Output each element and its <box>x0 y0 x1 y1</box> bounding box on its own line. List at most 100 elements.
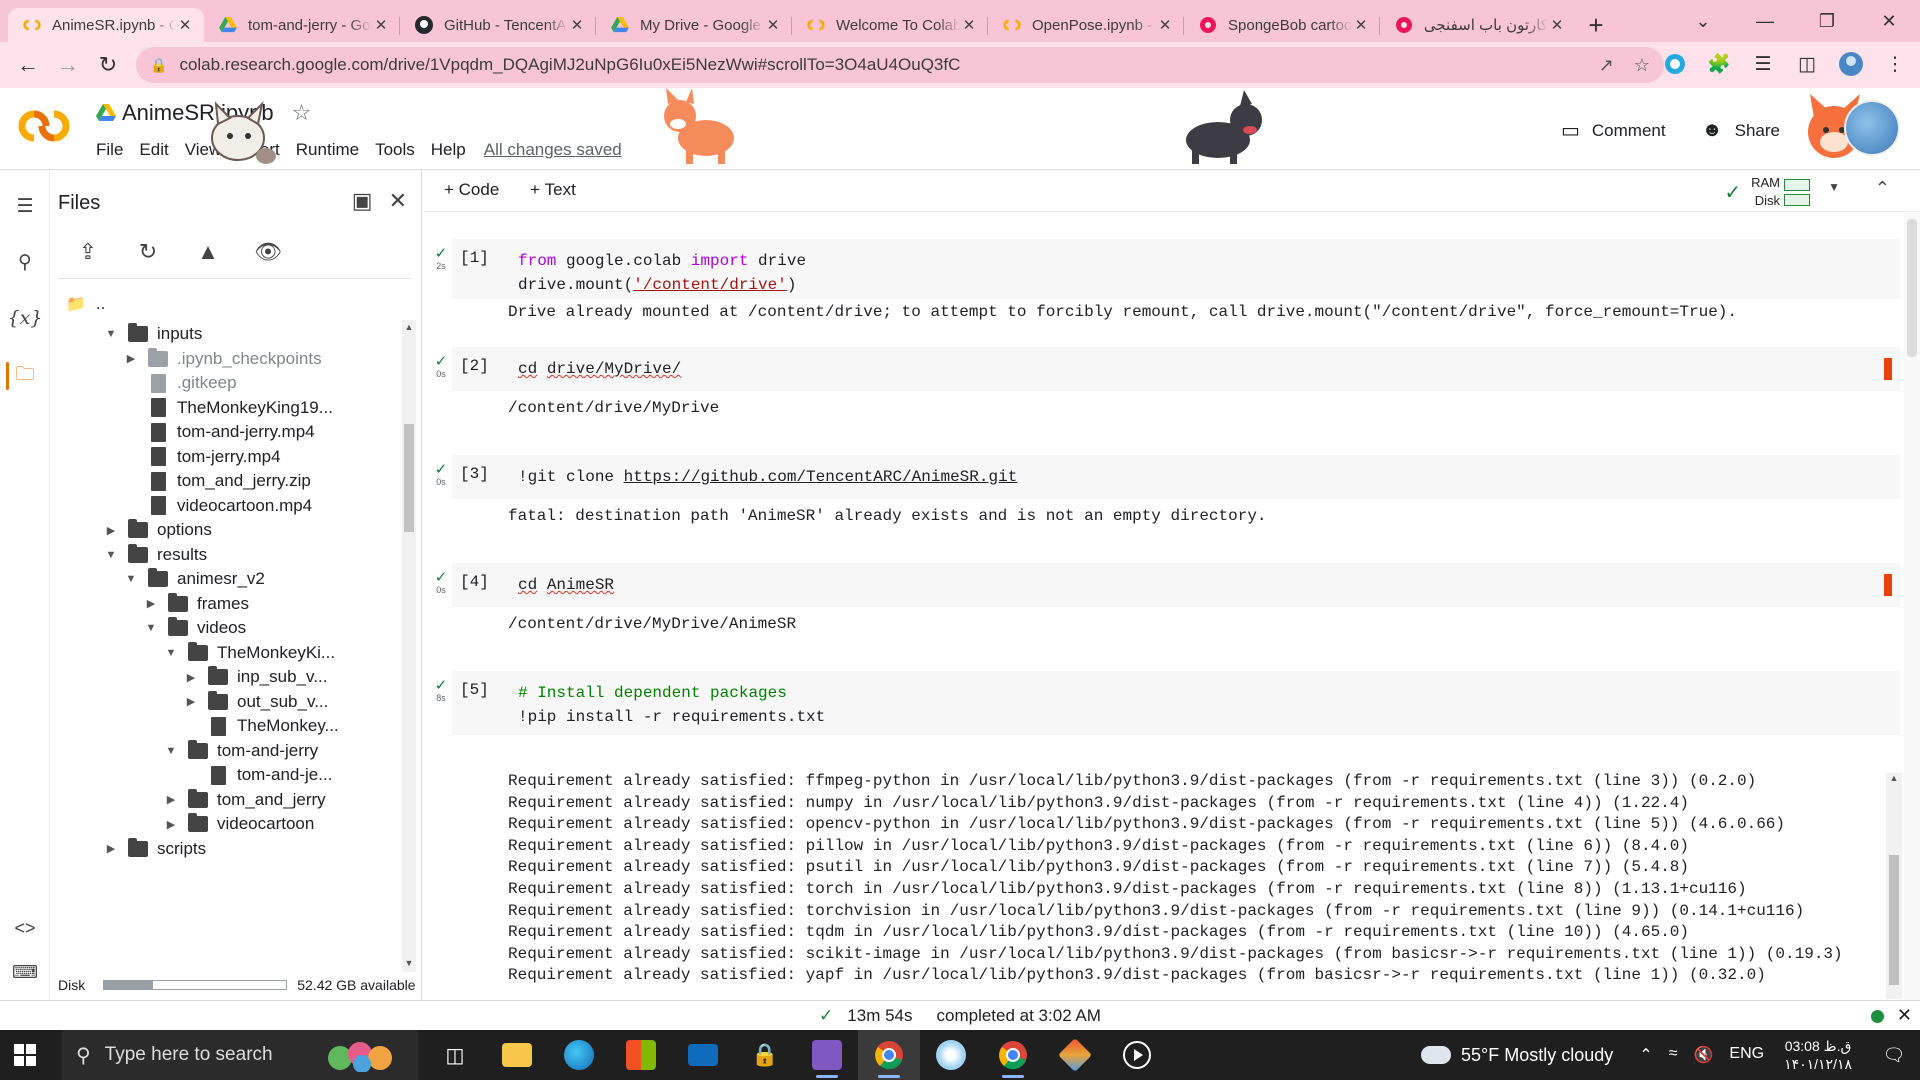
chrome-icon[interactable] <box>858 1030 920 1080</box>
new-tab-button[interactable]: + <box>1576 8 1616 42</box>
minimize-button[interactable]: — <box>1734 0 1796 42</box>
chevron-right-icon[interactable]: ▶ <box>102 842 120 855</box>
close-tab-icon[interactable]: ✕ <box>1352 16 1370 34</box>
browser-tab[interactable]: OpenPose.ipynb - Colaboratory✕ <box>988 8 1184 42</box>
browser-tab[interactable]: GitHub - TencentARC/AnimeSR✕ <box>400 8 596 42</box>
media-control-icon[interactable]: ☰ <box>1748 49 1778 79</box>
side-panel-icon[interactable]: ◫ <box>1792 49 1822 79</box>
upload-file-icon[interactable]: ⇪ <box>74 238 102 266</box>
close-tab-icon[interactable]: ✕ <box>1156 16 1174 34</box>
paint-icon[interactable] <box>920 1030 982 1080</box>
collapse-header-icon[interactable]: ⌃ <box>1875 178 1890 199</box>
url-text[interactable]: colab.research.google.com/drive/1Vpqdm_D… <box>179 55 1598 75</box>
chevron-right-icon[interactable]: ▶ <box>102 524 120 537</box>
mail-icon[interactable] <box>672 1030 734 1080</box>
add-code-cell-button[interactable]: + Code <box>444 180 499 200</box>
close-tab-icon[interactable]: ✕ <box>764 16 782 34</box>
chevron-down-icon[interactable]: ▼ <box>142 622 160 634</box>
variables-icon[interactable]: {x} <box>0 296 50 340</box>
chevron-right-icon[interactable]: ▶ <box>182 695 200 708</box>
chevron-right-icon[interactable]: ▶ <box>162 818 180 831</box>
close-tab-icon[interactable]: ✕ <box>176 16 194 34</box>
menu-edit[interactable]: Edit <box>131 140 176 160</box>
run-status[interactable]: ✓ 0s <box>430 570 452 595</box>
media-player-icon[interactable] <box>1106 1030 1168 1080</box>
run-status[interactable]: ✓ 8s <box>430 678 452 703</box>
chevron-down-icon[interactable]: ▼ <box>102 328 120 340</box>
output-scrollbar[interactable]: ▲ <box>1886 773 1902 999</box>
close-tab-icon[interactable]: ✕ <box>372 16 390 34</box>
wifi-icon[interactable]: ≈ <box>1669 1045 1678 1065</box>
tree-folder-row[interactable]: ▶ scripts <box>102 835 206 863</box>
share-page-icon[interactable]: ↗ <box>1599 55 1614 76</box>
show-hidden-icons-icon[interactable]: ⌃ <box>1639 1045 1652 1065</box>
find-replace-icon[interactable]: ⚲ <box>0 240 50 284</box>
visual-studio-icon[interactable] <box>796 1030 858 1080</box>
parent-directory-row[interactable]: 📁 .. <box>66 290 105 318</box>
code-editor[interactable]: from google.colab import drive drive.mou… <box>452 239 1900 299</box>
run-status[interactable]: ✓ 0s <box>430 462 452 487</box>
code-snippets-icon[interactable]: <> <box>0 918 50 939</box>
chevron-down-icon[interactable]: ▼ <box>102 549 120 561</box>
extensions-puzzle-icon[interactable]: 🧩 <box>1704 49 1734 79</box>
chevron-right-icon[interactable]: ▶ <box>182 671 200 684</box>
taskbar-search[interactable]: ⚲ Type here to search <box>62 1030 418 1080</box>
site-info-icon[interactable]: 🔒 <box>150 57 167 74</box>
browser-tab[interactable]: My Drive - Google Drive✕ <box>596 8 792 42</box>
browser-tab[interactable]: کارتون باب اسفنجی ✕ <box>1380 8 1576 42</box>
show-hidden-eye-icon[interactable]: 👁 <box>254 238 282 266</box>
notifications-icon[interactable]: 🗨 <box>1874 1045 1914 1066</box>
chevron-down-icon[interactable]: ▼ <box>162 745 180 757</box>
extension-icon[interactable] <box>1660 49 1690 79</box>
maximize-button[interactable]: ❐ <box>1796 0 1858 42</box>
menu-file[interactable]: File <box>88 140 131 160</box>
browser-tab[interactable]: AnimeSR.ipynb - Colaboratory✕ <box>8 8 204 42</box>
chevron-right-icon[interactable]: ▶ <box>122 352 140 365</box>
chevron-down-icon[interactable]: ▼ <box>162 647 180 659</box>
browser-tab[interactable]: SpongeBob cartoon ✕ <box>1184 8 1380 42</box>
microsoft-store-icon[interactable] <box>610 1030 672 1080</box>
lock-app-icon[interactable]: 🔒 <box>734 1030 796 1080</box>
reload-button[interactable]: ↻ <box>90 47 126 83</box>
chrome-icon[interactable] <box>982 1030 1044 1080</box>
browser-menu-icon[interactable]: ⋮ <box>1880 49 1910 79</box>
code-editor[interactable]: cd AnimeSR <box>452 563 1900 607</box>
chevron-right-icon[interactable]: ▶ <box>142 597 160 610</box>
code-editor[interactable]: # Install dependent packages !pip instal… <box>452 671 1900 735</box>
connection-status-dot[interactable] <box>1871 1010 1884 1023</box>
tab-search-button[interactable]: ⌄ <box>1672 0 1734 42</box>
close-tab-icon[interactable]: ✕ <box>1548 16 1566 34</box>
colab-logo[interactable] <box>16 108 72 144</box>
menu-tools[interactable]: Tools <box>367 140 423 160</box>
add-text-cell-button[interactable]: + Text <box>530 180 576 200</box>
chevron-right-icon[interactable]: ▶ <box>162 793 180 806</box>
code-editor[interactable]: cd drive/MyDrive/ <box>452 347 1900 391</box>
google-drive-icon[interactable] <box>96 104 116 122</box>
close-panel-icon[interactable]: ✕ <box>389 188 407 214</box>
open-in-tab-icon[interactable]: ▣ <box>352 188 373 214</box>
menu-help[interactable]: Help <box>423 140 474 160</box>
browser-tab[interactable]: Welcome To Colaboratory✕ <box>792 8 988 42</box>
close-status-icon[interactable]: ✕ <box>1897 1005 1912 1026</box>
browser-tab[interactable]: tom-and-jerry - Google Drive✕ <box>204 8 400 42</box>
language-indicator[interactable]: ENG <box>1729 1045 1764 1065</box>
run-status[interactable]: ✓ 0s <box>430 354 452 379</box>
close-tab-icon[interactable]: ✕ <box>960 16 978 34</box>
run-status[interactable]: ✓ 2s <box>430 246 452 271</box>
bookmark-star-icon[interactable]: ☆ <box>1634 55 1650 76</box>
comment-button[interactable]: ▭ Comment <box>1561 118 1666 143</box>
account-avatar[interactable] <box>1844 100 1900 156</box>
clock[interactable]: 03:08 ق.ظ ۱۴۰۱/۱۲/۱۸ <box>1784 1037 1852 1073</box>
notebook-scrollbar[interactable] <box>1904 213 1920 1000</box>
code-editor[interactable]: !git clone https://github.com/TencentARC… <box>452 455 1900 499</box>
task-view-icon[interactable]: ◫ <box>424 1030 486 1080</box>
file-tree-scrollbar[interactable]: ▲ ▼ <box>402 320 416 972</box>
weather-widget[interactable]: 55°F Mostly cloudy <box>1421 1036 1613 1066</box>
close-window-button[interactable]: ✕ <box>1858 0 1920 42</box>
table-of-contents-icon[interactable]: ☰ <box>0 184 50 228</box>
refresh-folder-icon[interactable]: ↻ <box>134 238 162 266</box>
runtime-dropdown-icon[interactable]: ▼ <box>1828 180 1840 194</box>
menu-runtime[interactable]: Runtime <box>288 140 367 160</box>
volume-muted-icon[interactable]: 🔇 <box>1693 1045 1713 1065</box>
forward-button[interactable]: → <box>50 47 86 83</box>
